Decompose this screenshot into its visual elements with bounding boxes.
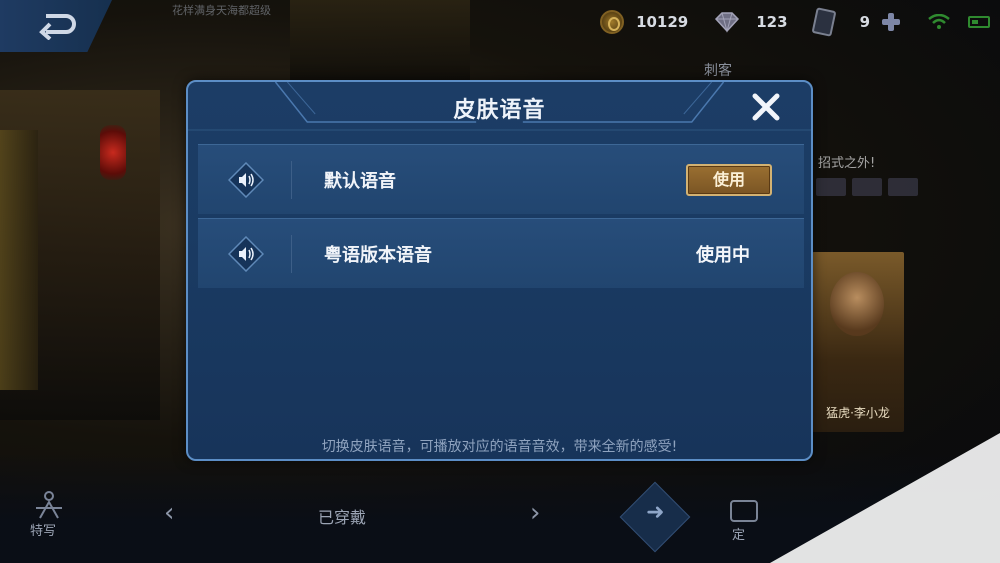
gold-coin-icon <box>600 10 625 34</box>
hero-portrait <box>830 272 884 336</box>
wifi-icon <box>928 14 950 29</box>
voice-option-default[interactable]: 默认语音 使用 <box>198 144 804 214</box>
background-pillar <box>0 130 38 390</box>
speaker-icon[interactable] <box>228 162 264 198</box>
gem-amount: 123 <box>756 13 788 31</box>
card-resource[interactable]: 9 <box>811 7 900 37</box>
voice-option-label: 粤语版本语音 <box>324 245 432 266</box>
resource-bar: 10129 123 9 <box>600 0 1000 44</box>
in-use-status: 使用中 <box>696 245 750 266</box>
feature-closeup-label: 特写 <box>30 524 57 539</box>
voice-option-cantonese[interactable]: 粤语版本语音 使用中 <box>198 218 804 288</box>
background-text: 招式之外! <box>818 156 876 171</box>
gold-resource[interactable]: 10129 <box>600 10 714 34</box>
dialog-title: 皮肤语音 <box>453 98 546 123</box>
gem-resource[interactable]: 123 <box>714 11 813 33</box>
background-top-label: 花样满身天海都超级 <box>172 4 271 17</box>
background-scene-top <box>290 0 470 80</box>
voice-option-label: 默认语音 <box>324 171 396 192</box>
skin-voice-dialog: 皮肤语音 默认语音 使用 粤语版本语音 使用中 切换皮肤语音，可播放对应的语音音… <box>186 80 813 461</box>
background-tags <box>816 178 918 196</box>
hero-skin-name: 猛虎·李小龙 <box>826 406 890 420</box>
camera-icon[interactable] <box>730 500 758 522</box>
row-divider <box>291 235 292 273</box>
card-icon <box>811 7 837 37</box>
back-arrow-icon <box>39 14 76 40</box>
background-lantern <box>100 125 126 180</box>
hero-class-label: 刺客 <box>704 63 732 79</box>
use-button[interactable]: 使用 <box>686 164 772 196</box>
gem-icon <box>715 12 740 33</box>
card-amount: 9 <box>859 13 870 31</box>
plus-icon[interactable] <box>882 13 900 31</box>
battery-icon <box>968 16 990 28</box>
close-button[interactable] <box>749 90 783 124</box>
dialog-header: 皮肤语音 <box>188 82 811 132</box>
row-divider <box>291 161 292 199</box>
arrow-icon: ➜ <box>646 500 665 525</box>
chevron-left-icon[interactable]: ‹ <box>164 498 174 528</box>
feature-closeup-icon[interactable] <box>30 490 68 522</box>
gold-amount: 10129 <box>636 13 689 31</box>
back-button[interactable] <box>0 0 112 52</box>
camera-label: 定 <box>732 528 746 543</box>
close-icon <box>752 93 780 121</box>
speaker-icon[interactable] <box>228 236 264 272</box>
equipped-status: 已穿戴 <box>318 508 367 527</box>
chevron-right-icon[interactable]: › <box>530 498 540 528</box>
dialog-hint-text: 切换皮肤语音，可播放对应的语音音效，带来全新的感受! <box>321 439 678 455</box>
